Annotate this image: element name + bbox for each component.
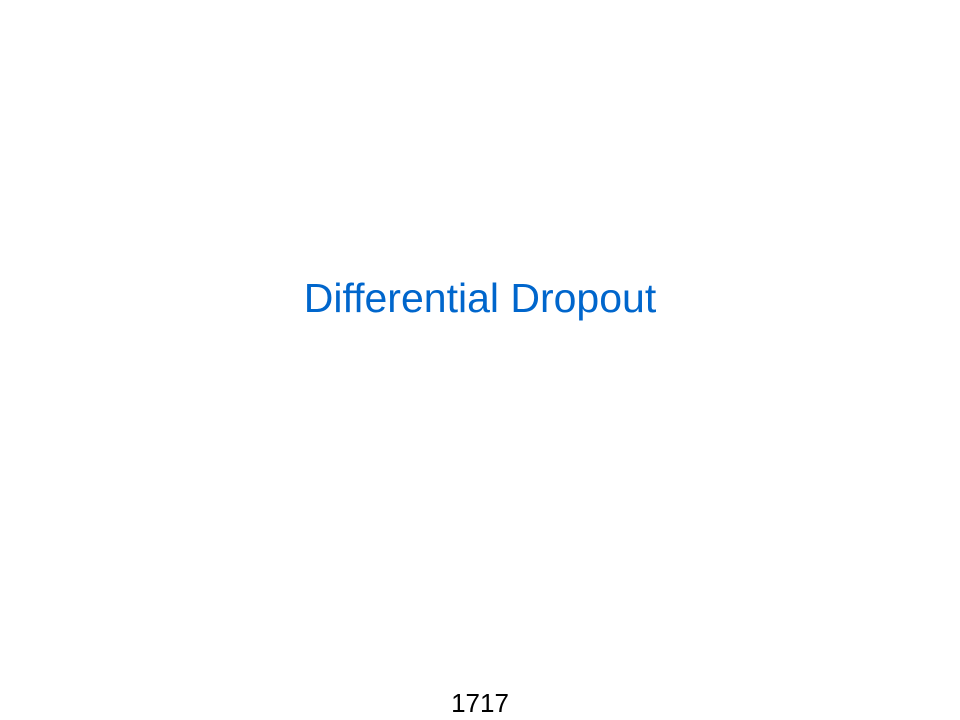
page-number: 1717 bbox=[451, 688, 509, 718]
slide-title: Differential Dropout bbox=[303, 275, 657, 321]
